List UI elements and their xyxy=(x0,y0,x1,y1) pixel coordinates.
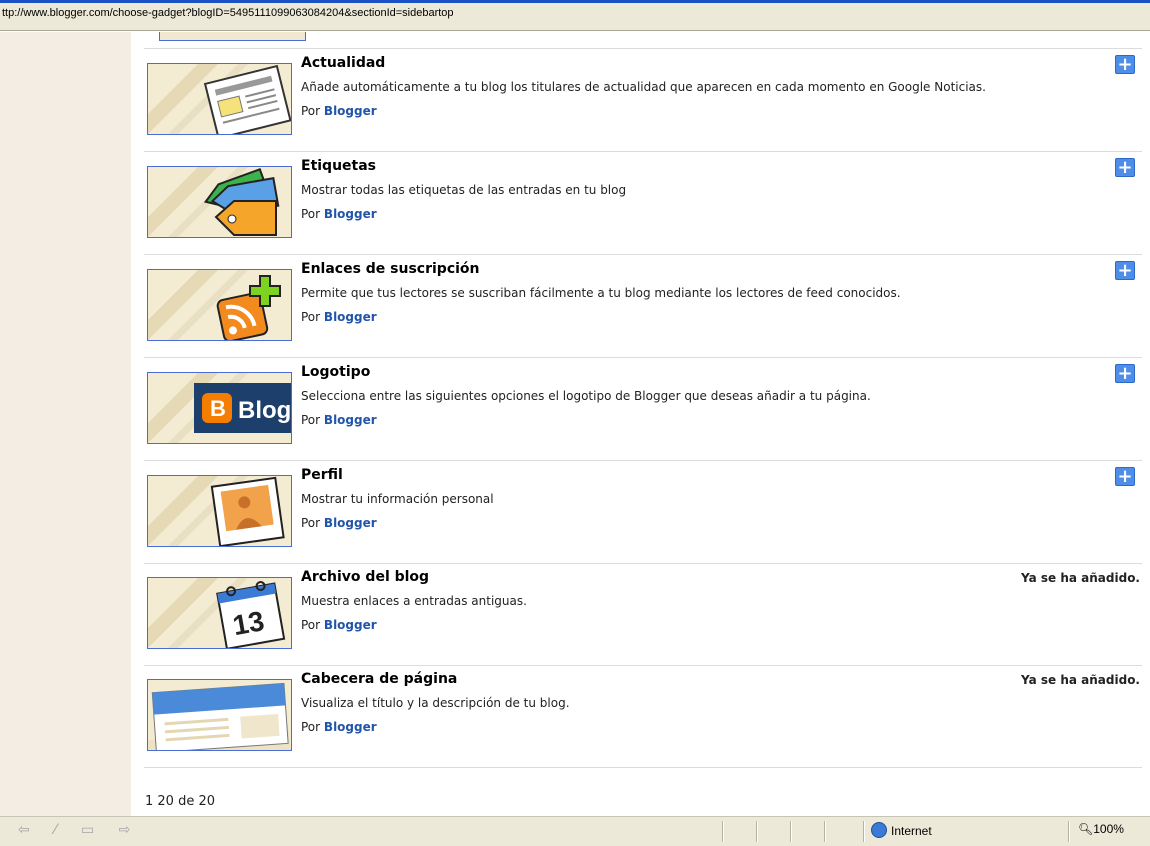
already-added-label: Ya se ha añadido. xyxy=(1021,673,1140,687)
logo-text: Blog xyxy=(238,397,291,424)
author-prefix: Por xyxy=(301,207,321,221)
gadget-row-etiquetas: Etiquetas Mostrar todas las etiquetas de… xyxy=(144,152,1142,255)
gadget-author: Por Blogger xyxy=(301,413,377,427)
security-zone[interactable]: Internet xyxy=(871,822,932,838)
zoom-icon: 🔍︎ xyxy=(1078,822,1094,836)
newspaper-icon xyxy=(147,63,292,135)
gadget-description: Selecciona entre las siguientes opciones… xyxy=(301,389,871,403)
author-prefix: Por xyxy=(301,618,321,632)
gadget-description: Permite que tus lectores se suscriban fá… xyxy=(301,286,901,300)
pagination: 1 20 de 20 xyxy=(145,794,216,809)
calendar-day: 13 xyxy=(230,605,266,641)
security-zone-label: Internet xyxy=(891,824,932,838)
author-link[interactable]: Blogger xyxy=(324,618,377,632)
add-gadget-button[interactable]: + xyxy=(1115,55,1135,74)
gadget-row-enlaces-suscripcion: Enlaces de suscripción Permite que tus l… xyxy=(144,255,1142,358)
status-divider xyxy=(722,821,724,842)
calendar-icon: 13 xyxy=(147,577,292,649)
zoom-control[interactable]: 🔍︎100% xyxy=(1078,822,1124,836)
gadget-title: Logotipo xyxy=(301,364,371,380)
gadget-title: Cabecera de página xyxy=(301,671,458,687)
author-link[interactable]: Blogger xyxy=(324,207,377,221)
author-link[interactable]: Blogger xyxy=(324,413,377,427)
gadget-row-logotipo: B Blog Logotipo Selecciona entre las sig… xyxy=(144,358,1142,461)
gadget-list-panel: Actualidad Añade automáticamente a tu bl… xyxy=(131,32,1150,816)
author-prefix: Por xyxy=(301,310,321,324)
status-divider xyxy=(824,821,826,842)
author-link[interactable]: Blogger xyxy=(324,516,377,530)
status-divider xyxy=(756,821,758,842)
status-divider xyxy=(1068,821,1070,842)
gadget-row-perfil: Perfil Mostrar tu información personal P… xyxy=(144,461,1142,564)
gadget-title: Perfil xyxy=(301,467,343,483)
gadget-description: Añade automáticamente a tu blog los titu… xyxy=(301,80,986,94)
author-prefix: Por xyxy=(301,104,321,118)
gadget-title: Enlaces de suscripción xyxy=(301,261,480,277)
rss-feed-icon xyxy=(147,269,292,341)
gadget-description: Mostrar todas las etiquetas de las entra… xyxy=(301,183,627,197)
author-link[interactable]: Blogger xyxy=(324,104,377,118)
gadget-description: Visualiza el título y la descripción de … xyxy=(301,696,570,710)
status-divider xyxy=(863,821,865,842)
browser-status-bar: ⇦ ⁄ ▭ ⇨ Internet 🔍︎100% xyxy=(0,816,1150,846)
previous-gadget-row-edge xyxy=(144,32,1142,49)
page-header-icon xyxy=(147,679,292,751)
add-gadget-button[interactable]: + xyxy=(1115,158,1135,177)
left-sidebar xyxy=(0,32,131,816)
status-divider xyxy=(790,821,792,842)
blogger-logo-icon: B Blog xyxy=(147,372,292,444)
add-gadget-button[interactable]: + xyxy=(1115,467,1135,486)
gadget-title: Archivo del blog xyxy=(301,569,430,585)
gadget-title: Etiquetas xyxy=(301,158,377,174)
gadget-row-cabecera-pagina: Cabecera de página Visualiza el título y… xyxy=(144,665,1142,768)
author-prefix: Por xyxy=(301,516,321,530)
status-nav-icons: ⇦ ⁄ ▭ ⇨ xyxy=(18,822,141,838)
previous-gadget-thumbnail xyxy=(159,32,306,41)
gadget-author: Por Blogger xyxy=(301,618,377,632)
gadget-row-archivo-blog: 13 Archivo del blog Muestra enlaces a en… xyxy=(144,563,1142,666)
gadget-row-actualidad: Actualidad Añade automáticamente a tu bl… xyxy=(144,49,1142,152)
profile-photo-icon xyxy=(147,475,292,547)
gadget-title: Actualidad xyxy=(301,55,386,71)
author-link[interactable]: Blogger xyxy=(324,720,377,734)
gadget-description: Muestra enlaces a entradas antiguas. xyxy=(301,594,527,608)
address-bar[interactable]: ttp://www.blogger.com/choose-gadget?blog… xyxy=(0,3,1150,31)
gadget-author: Por Blogger xyxy=(301,104,377,118)
gadget-author: Por Blogger xyxy=(301,516,377,530)
add-gadget-button[interactable]: + xyxy=(1115,364,1135,383)
zoom-level: 100% xyxy=(1093,822,1124,836)
tags-icon xyxy=(147,166,292,238)
already-added-label: Ya se ha añadido. xyxy=(1021,571,1140,585)
gadget-author: Por Blogger xyxy=(301,207,377,221)
gadget-description: Mostrar tu información personal xyxy=(301,492,494,506)
author-link[interactable]: Blogger xyxy=(324,310,377,324)
gadget-author: Por Blogger xyxy=(301,310,377,324)
author-prefix: Por xyxy=(301,720,321,734)
globe-icon xyxy=(871,822,887,838)
add-gadget-button[interactable]: + xyxy=(1115,261,1135,280)
author-prefix: Por xyxy=(301,413,321,427)
svg-text:B: B xyxy=(210,396,226,421)
gadget-author: Por Blogger xyxy=(301,720,377,734)
